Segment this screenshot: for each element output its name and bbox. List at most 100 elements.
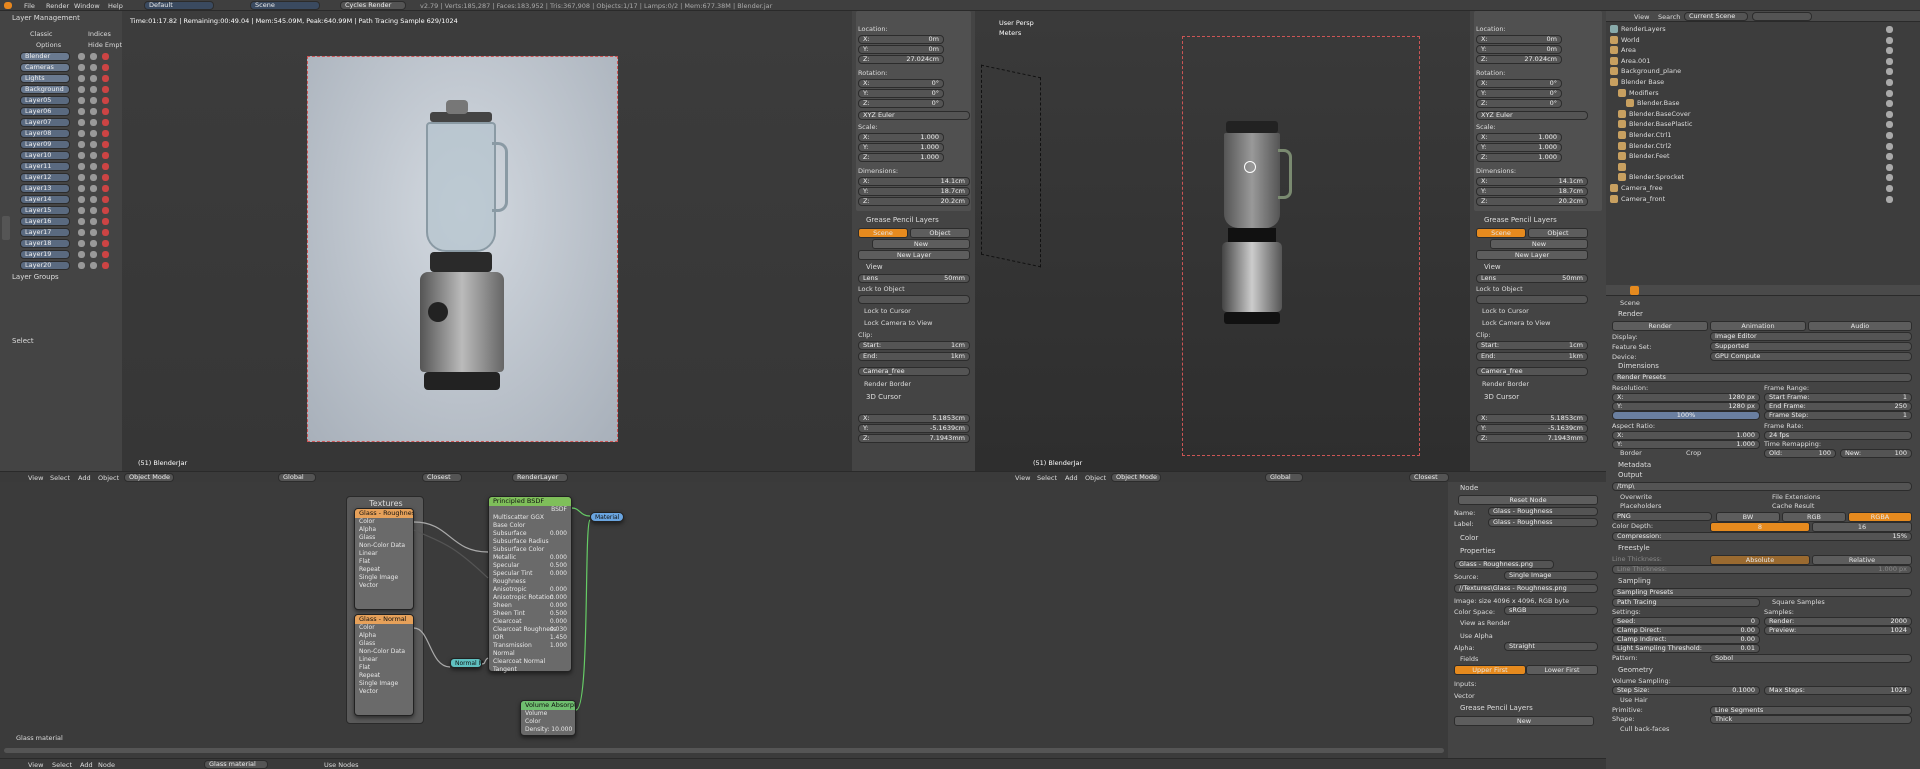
absolute-button[interactable]: Absolute xyxy=(1710,555,1810,565)
layer-row[interactable]: Layer12 xyxy=(16,173,120,183)
display-mode-select[interactable]: Current Scene xyxy=(1684,12,1748,21)
new-gp-button[interactable]: New xyxy=(872,239,970,249)
outliner-item[interactable]: Blender Base xyxy=(1610,78,1893,88)
render-samples-field[interactable]: Render: 2000 xyxy=(1764,617,1912,626)
rotation-field-x[interactable]: X: 0° xyxy=(858,79,944,88)
vp1-snap-select[interactable]: Closest xyxy=(422,473,462,482)
aspect-x-field[interactable]: X: 1.000 xyxy=(1612,431,1760,440)
render-border-checkbox[interactable]: Render Border xyxy=(1482,380,1529,388)
outliner-search-input[interactable] xyxy=(1752,12,1812,21)
vp1-orientation-select[interactable]: Global xyxy=(278,473,316,482)
visibility-icon[interactable] xyxy=(1886,47,1893,55)
outliner-item[interactable]: Blender.Base xyxy=(1626,99,1893,109)
resolution-percentage-slider[interactable]: 100% xyxy=(1612,411,1760,420)
layer-row[interactable]: Layer06 xyxy=(16,107,120,117)
layer-row[interactable]: Cameras xyxy=(16,63,120,73)
file-extensions-checkbox[interactable]: File Extensions xyxy=(1772,493,1820,501)
tool-tab[interactable] xyxy=(2,216,10,240)
lock-icon[interactable] xyxy=(90,53,97,60)
square-samples-checkbox[interactable]: Square Samples xyxy=(1772,598,1825,606)
blender-jar-solid-icon[interactable] xyxy=(1220,121,1292,336)
cursor-field-y[interactable]: Y: -5.1639cm xyxy=(858,424,970,433)
render-icon[interactable] xyxy=(102,174,109,181)
lock-icon[interactable] xyxy=(90,185,97,192)
lock-icon[interactable] xyxy=(90,262,97,269)
lock-icon[interactable] xyxy=(90,218,97,225)
line-thickness-field[interactable]: Line Thickness: 1.000 px xyxy=(1612,565,1912,574)
outliner-item[interactable]: World xyxy=(1610,35,1893,46)
3d-viewport[interactable]: User Persp Meters (51) BlenderJar xyxy=(975,11,1470,471)
lock-camera-checkbox[interactable]: Lock Camera to View xyxy=(1482,319,1550,327)
location-field-z[interactable]: Z: 27.024cm xyxy=(1476,55,1562,64)
local-camera-field[interactable]: Camera_free xyxy=(858,367,970,376)
outliner-item[interactable]: RenderLayers xyxy=(1610,25,1893,35)
scale-field-z[interactable]: Z: 1.000 xyxy=(858,153,944,162)
menu-help[interactable]: Help xyxy=(108,2,123,10)
layer-name-field[interactable]: Blender xyxy=(20,52,70,61)
visibility-icon[interactable] xyxy=(1886,132,1893,139)
layer-row[interactable]: Blender xyxy=(16,52,120,62)
layer-row[interactable]: Layer07 xyxy=(16,118,120,128)
eye-icon[interactable] xyxy=(78,108,85,115)
render-icon[interactable] xyxy=(102,152,109,159)
outliner-item[interactable]: Camera_front xyxy=(1610,194,1893,205)
animation-button[interactable]: Animation xyxy=(1710,321,1806,331)
lock-icon[interactable] xyxy=(90,75,97,82)
layer-name-field[interactable]: Layer10 xyxy=(20,151,70,160)
vp2-mode-select[interactable]: Object Mode xyxy=(1111,473,1161,482)
layer-name-field[interactable]: Background xyxy=(20,85,70,94)
use-alpha-checkbox[interactable]: Use Alpha xyxy=(1460,632,1493,640)
menu-file[interactable]: File xyxy=(24,2,35,10)
layer-row[interactable]: Layer11 xyxy=(16,162,120,172)
cursor-field-x[interactable]: X: 5.1853cm xyxy=(1476,414,1588,423)
vp1-renderlayer-select[interactable]: RenderLayer xyxy=(512,473,568,482)
render-icon[interactable] xyxy=(102,218,109,225)
lock-camera-checkbox[interactable]: Lock Camera to View xyxy=(864,319,932,327)
render-icon[interactable] xyxy=(102,185,109,192)
frame-step-field[interactable]: Frame Step: 1 xyxy=(1764,411,1912,420)
lock-icon[interactable] xyxy=(90,163,97,170)
render-icon[interactable] xyxy=(102,64,109,71)
render-viewport[interactable]: Time:01:17.82 | Remaining:00:49.04 | Mem… xyxy=(122,11,852,471)
resolution-x-field[interactable]: X: 1280 px xyxy=(1612,393,1760,402)
location-field-y[interactable]: Y: 0m xyxy=(1476,45,1562,54)
eye-icon[interactable] xyxy=(78,119,85,126)
fields-checkbox[interactable]: Fields xyxy=(1460,655,1478,663)
vp1-add-menu[interactable]: Add xyxy=(78,474,91,482)
rotation-field-x[interactable]: X: 0° xyxy=(1476,79,1562,88)
clip-end-field[interactable]: End: 1km xyxy=(858,352,970,361)
outliner-item[interactable]: Blender.Feet xyxy=(1618,152,1893,162)
outliner-item[interactable]: Blender.BaseCover xyxy=(1618,109,1893,120)
layer-row[interactable]: Layer15 xyxy=(16,206,120,216)
properties-section-header[interactable]: Properties xyxy=(1460,547,1495,558)
outliner-item[interactable]: Camera_free xyxy=(1610,184,1893,194)
scale-field-y[interactable]: Y: 1.000 xyxy=(858,143,944,152)
rotation-field-y[interactable]: Y: 0° xyxy=(858,89,944,98)
render-border-checkbox[interactable]: Render Border xyxy=(864,380,911,388)
eye-icon[interactable] xyxy=(78,196,85,203)
outliner-search-menu[interactable]: Search xyxy=(1658,13,1680,21)
render-presets-select[interactable]: Render Presets xyxy=(1612,373,1912,382)
object-button[interactable]: Object xyxy=(910,228,970,238)
outliner-item[interactable]: Blender.Ctrl1 xyxy=(1618,131,1893,141)
use-hair-checkbox[interactable]: Use Hair xyxy=(1620,696,1648,704)
layer-row[interactable]: Layer16 xyxy=(16,217,120,227)
menu-window[interactable]: Window xyxy=(74,2,100,10)
eye-icon[interactable] xyxy=(78,64,85,71)
vp1-select-menu[interactable]: Select xyxy=(50,474,70,482)
visibility-icon[interactable] xyxy=(1886,110,1893,118)
lock-icon[interactable] xyxy=(90,141,97,148)
vp1-view-menu[interactable]: View xyxy=(28,474,43,482)
node-editor[interactable]: Textures Glass - Roughness Color Alpha Glas… xyxy=(0,482,1448,758)
node-node-menu[interactable]: Node xyxy=(98,761,115,769)
eye-icon[interactable] xyxy=(78,251,85,258)
layer-row[interactable]: Layer09 xyxy=(16,140,120,150)
alpha-mode-select[interactable]: Straight xyxy=(1504,642,1598,651)
layer-row[interactable]: Layer08 xyxy=(16,129,120,139)
render-icon[interactable] xyxy=(102,130,109,137)
vp2-add-menu[interactable]: Add xyxy=(1065,474,1078,482)
crop-checkbox[interactable]: Crop xyxy=(1686,449,1701,457)
render-icon[interactable] xyxy=(102,163,109,170)
compression-slider[interactable]: Compression: 15% xyxy=(1612,532,1912,541)
scene-button[interactable]: Scene xyxy=(1476,228,1526,238)
